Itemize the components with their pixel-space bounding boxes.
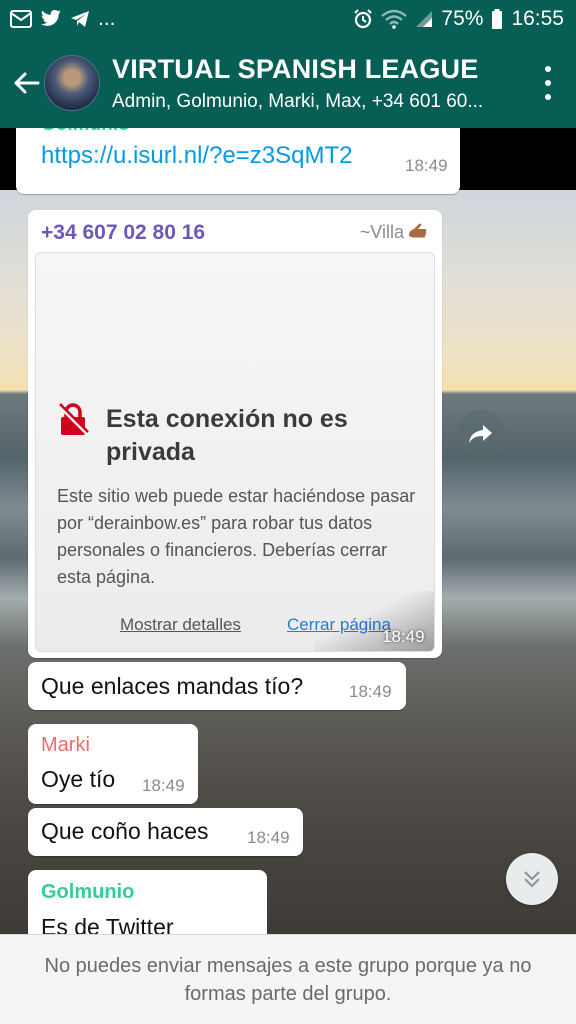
message-text: Que coño haces (41, 818, 209, 844)
image-message-bubble[interactable]: +34 607 02 80 16 ~Villa Esta conexión no… (28, 210, 442, 658)
status-bar: ... 75% 16:55 (0, 0, 576, 38)
message-bubble[interactable]: Que coño haces 18:49 (28, 808, 303, 856)
broken-lock-icon (57, 403, 89, 436)
status-left: ... (10, 7, 116, 31)
twitter-icon (40, 10, 62, 28)
group-avatar[interactable] (44, 55, 100, 111)
message-bubble[interactable]: Marki Oye tío 18:49 (28, 724, 198, 804)
menu-dot (545, 80, 551, 86)
group-members: Admin, Golmunio, Marki, Max, +34 601 60.… (112, 90, 484, 112)
more-notifications-ellipsis: ... (98, 7, 116, 30)
message-bubble[interactable]: Golmunio https://u.isurl.nl/?e=z3SqMT2 1… (16, 128, 460, 194)
chat-header: VIRTUAL SPANISH LEAGUE Admin, Golmunio, … (0, 38, 576, 128)
message-time: 18:49 (382, 627, 425, 646)
mail-icon (10, 10, 32, 28)
message-time: 18:49 (247, 828, 290, 847)
group-info[interactable]: VIRTUAL SPANISH LEAGUE Admin, Golmunio, … (112, 54, 512, 113)
sender-name: Marki (41, 734, 90, 756)
telegram-icon (70, 10, 90, 28)
sender-phone: +34 607 02 80 16 (41, 221, 206, 244)
menu-dot (545, 94, 551, 100)
sender-push-name: ~Villa (360, 221, 430, 243)
error-body: Este sitio web puede estar haciéndose pa… (57, 486, 416, 587)
message-image[interactable]: Esta conexión no es privada Este sitio w… (35, 252, 435, 652)
wifi-icon (381, 9, 408, 29)
overflow-menu-button[interactable] (542, 66, 554, 100)
message-time: 18:49 (142, 776, 185, 795)
message-text: Oye tío (41, 766, 116, 792)
alarm-icon (353, 9, 373, 29)
double-chevron-down-icon (524, 871, 540, 888)
back-button[interactable] (2, 38, 50, 128)
message-time: 18:49 (349, 682, 392, 701)
message-link[interactable]: https://u.isurl.nl/?e=z3SqMT2 (41, 142, 352, 170)
battery-icon (491, 9, 503, 29)
forward-icon (469, 425, 492, 443)
notice-text: No puedes enviar mensajes a este grupo p… (44, 954, 532, 1005)
sender-name: Golmunio (41, 128, 130, 136)
sender-name: Golmunio (41, 881, 135, 903)
cannot-send-notice: No puedes enviar mensajes a este grupo p… (0, 934, 576, 1024)
push-name-text: ~Villa (359, 221, 404, 242)
menu-dot (545, 66, 551, 72)
message-bubble[interactable]: Golmunio Es de Twitter (28, 870, 267, 934)
clock: 16:55 (511, 7, 564, 30)
back-arrow-icon (14, 72, 40, 94)
group-title: VIRTUAL SPANISH LEAGUE (112, 53, 479, 84)
chat-area[interactable]: Golmunio https://u.isurl.nl/?e=z3SqMT2 1… (0, 128, 576, 934)
message-text: Que enlaces mandas tío? (41, 673, 304, 699)
status-right: 75% 16:55 (353, 7, 564, 31)
scroll-to-bottom-button[interactable] (506, 853, 558, 905)
hand-emoji-icon (409, 223, 427, 238)
show-details-link: Mostrar detalles (120, 615, 241, 634)
message-text: Es de Twitter (41, 914, 174, 934)
signal-icon (415, 10, 433, 28)
error-title: Esta conexión no es privada (106, 405, 348, 466)
message-bubble[interactable]: Que enlaces mandas tío? 18:49 (28, 662, 406, 710)
forward-button[interactable] (457, 410, 505, 458)
battery-percent: 75% (441, 7, 484, 30)
message-time: 18:49 (405, 156, 448, 175)
